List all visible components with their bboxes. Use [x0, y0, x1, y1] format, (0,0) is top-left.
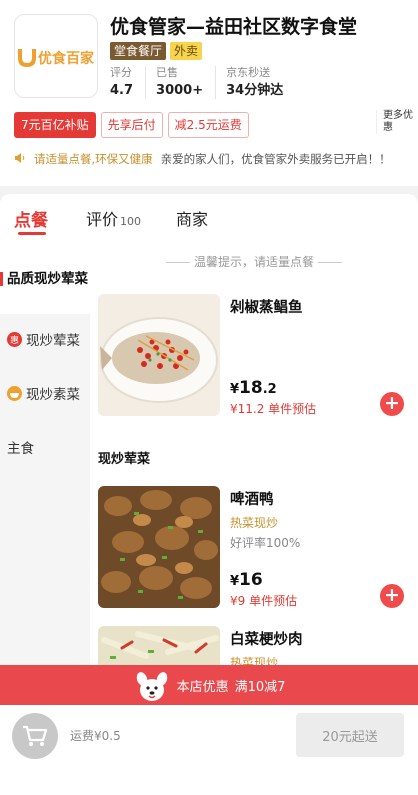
dish-price: ¥18.2 [230, 378, 277, 398]
stat-label: 京东秒送 [226, 66, 271, 79]
cart-button[interactable] [12, 713, 58, 759]
dish-price: ¥16 [230, 570, 263, 590]
store-discount-bar[interactable]: 本店优惠 满10减7 [0, 665, 418, 705]
more-promos-button[interactable]: 更多优惠 [376, 110, 418, 134]
dish-subtitle: 热菜现炒 [230, 516, 279, 530]
stat-value: 34分钟达 [226, 83, 284, 98]
sidebar-item-label: 现炒素菜 [26, 387, 80, 403]
tab-order[interactable]: 点餐 [14, 206, 48, 231]
sidebar-item-label: 品质现炒荤菜 [7, 270, 88, 287]
sidebar-item-premium-meat[interactable]: 品质现炒荤菜 [0, 244, 90, 314]
dish-rating: 好评率100% [230, 536, 301, 550]
tab-count: 100 [120, 215, 142, 228]
discount-label: 本店优惠 满10减7 [177, 676, 286, 695]
svg-text:优食百家: 优食百家 [38, 50, 95, 67]
tab-merchant[interactable]: 商家 [176, 206, 208, 230]
stat-value: 3000+ [156, 83, 204, 98]
sidebar-item-label: 现炒荤菜 [26, 333, 80, 349]
sidebar-item-vegetable[interactable]: 现炒素菜 [0, 378, 90, 408]
promo-pay-later[interactable]: 先享后付 [100, 112, 163, 138]
dish-name: 白菜梗炒肉 [230, 632, 303, 648]
notice-text: 请适量点餐,环保又健康 [34, 152, 153, 166]
tab-label: 评价 [86, 210, 119, 229]
price-currency: ¥ [230, 382, 240, 397]
add-to-cart-button[interactable]: + [380, 392, 404, 416]
add-to-cart-button[interactable]: + [380, 584, 404, 608]
promo-subsidy[interactable]: 7元百亿补贴 [14, 112, 96, 138]
store-header: 优食百家 优食管家—益田社区数字食堂 堂食餐厅 外卖 评分 4.7 已售 300… [0, 0, 418, 186]
stat-rating: 评分 4.7 [110, 66, 147, 99]
store-stats: 评分 4.7 已售 3000+ 京东秒送 34分钟达 [110, 66, 305, 99]
mascot-dog-icon [136, 672, 167, 701]
price-integer: 16 [239, 570, 263, 590]
notice-message: 亲爱的家人们，优食管家外卖服务已开启！！ [160, 152, 391, 166]
stat-value: 4.7 [110, 83, 134, 98]
store-logo[interactable]: 优食百家 [14, 14, 98, 98]
tab-label: 点餐 [14, 211, 48, 231]
promo-delivery-discount[interactable]: 减2.5元运费 [167, 112, 249, 138]
store-notice[interactable]: 请适量点餐,环保又健康 亲爱的家人们，优食管家外卖服务已开启！！ [14, 152, 391, 167]
section-title: 现炒荤菜 [98, 452, 151, 467]
category-sidebar: 品质现炒荤菜 惠 现炒荤菜 现炒素菜 主食 [0, 244, 90, 665]
menu-content: 温馨提示，请适量点餐 剁椒蒸鲳鱼 ¥18.2 ¥11.2 单件预估 + 现炒荤菜… [90, 244, 418, 665]
min-order-button[interactable]: 20元起送 [296, 713, 404, 757]
tag-takeout: 外卖 [170, 42, 203, 60]
discount-detail: 满10减7 [234, 679, 286, 695]
dish-estimated-price: ¥9 单件预估 [230, 594, 298, 608]
stat-delivery-time: 京东秒送 34分钟达 [226, 66, 295, 99]
promo-list: 7元百亿补贴 先享后付 减2.5元运费 [14, 112, 249, 138]
store-tabs: 点餐 评价 100 商家 [0, 194, 418, 244]
delivery-fee: 运费¥0.5 [70, 729, 121, 743]
dish-subtitle: 热菜现炒 [230, 656, 279, 665]
order-hint: 温馨提示，请适量点餐 [90, 253, 418, 270]
price-decimal: .2 [262, 382, 277, 397]
dish-name: 啤酒鸭 [230, 492, 274, 508]
bowl-icon [7, 385, 22, 401]
dish-estimated-price: ¥11.2 单件预估 [230, 402, 317, 416]
sidebar-item-label: 主食 [7, 441, 34, 457]
store-tags: 堂食餐厅 外卖 [110, 42, 203, 60]
stat-label: 已售 [156, 66, 179, 79]
dish-image-fish[interactable] [98, 294, 220, 416]
divider [318, 262, 342, 263]
dish-card[interactable]: 啤酒鸭 热菜现炒 好评率100% ¥16 ¥9 单件预估 + [98, 486, 418, 610]
dish-card[interactable]: 白菜梗炒肉 热菜现炒 [98, 626, 418, 665]
active-indicator [0, 272, 3, 286]
store-name: 优食管家—益田社区数字食堂 [110, 16, 358, 38]
speaker-icon [14, 152, 26, 167]
checkout-bar: 运费¥0.5 20元起送 [0, 705, 418, 795]
dish-image-cabbage[interactable] [98, 626, 220, 665]
tab-label: 商家 [176, 210, 209, 229]
dish-image-duck[interactable] [98, 486, 220, 608]
discount-icon: 惠 [7, 331, 22, 347]
tab-reviews[interactable]: 评价 100 [86, 206, 141, 230]
cart-icon [23, 725, 48, 746]
stat-sold: 已售 3000+ [156, 66, 217, 99]
discount-title: 本店优惠 [176, 679, 229, 695]
divider [165, 262, 190, 263]
stat-label: 评分 [110, 66, 132, 79]
hint-text: 温馨提示，请适量点餐 [193, 255, 314, 269]
sidebar-item-staple[interactable]: 主食 [0, 432, 90, 462]
store-logo-graphic: 优食百家 [18, 49, 95, 68]
price-currency: ¥ [230, 574, 240, 589]
dish-name: 剁椒蒸鲳鱼 [230, 300, 303, 316]
tab-underline [18, 232, 46, 235]
price-integer: 18 [239, 378, 263, 398]
sidebar-item-meat[interactable]: 惠 现炒荤菜 [0, 324, 90, 354]
tag-dine-in: 堂食餐厅 [110, 42, 167, 60]
dish-card[interactable]: 剁椒蒸鲳鱼 ¥18.2 ¥11.2 单件预估 + [98, 294, 418, 418]
